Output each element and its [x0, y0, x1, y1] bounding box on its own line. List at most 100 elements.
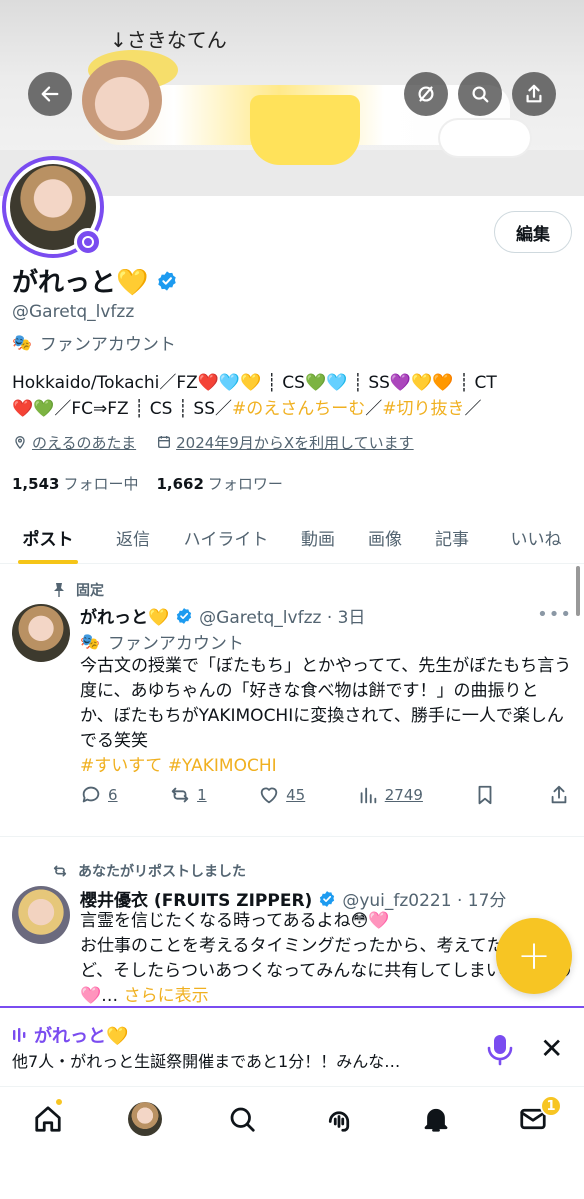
- no-retweet-icon: [418, 86, 434, 102]
- view-count: 2749: [384, 786, 423, 804]
- share-icon: [526, 84, 542, 103]
- followers-label: フォロワー: [207, 475, 283, 493]
- heart-icon: [260, 787, 278, 804]
- nav-communities[interactable]: [321, 1101, 357, 1137]
- tab-images[interactable]: 画像: [354, 510, 416, 564]
- account-type-text: ファンアカウント: [39, 335, 176, 355]
- space-title: がれっと💛: [34, 1026, 129, 1047]
- repost-context-text: あなたがリポストしました: [78, 864, 246, 880]
- following-label: フォロー中: [63, 475, 139, 493]
- views-button[interactable]: 2749: [357, 784, 423, 806]
- search-button[interactable]: [458, 72, 502, 116]
- followers-count: 1,662: [156, 475, 204, 493]
- home-notification-dot: [54, 1097, 64, 1107]
- follow-stats: 1,543 フォロー中 1,662 フォロワー: [12, 473, 283, 494]
- nav-notifications[interactable]: [418, 1101, 454, 1137]
- post-header: がれっと💛 @Garetq_lvfzz · 3日: [80, 603, 365, 628]
- bottom-navigation: 1: [0, 1086, 584, 1199]
- banner-boot: [440, 120, 530, 156]
- location-link[interactable]: のえるのあたま: [32, 434, 136, 452]
- bio-hashtag-1[interactable]: #のえさんちーむ: [232, 399, 365, 419]
- messages-badge: 1: [540, 1095, 562, 1117]
- joined-item: 2024年9月からXを利用しています: [156, 432, 414, 453]
- share-icon: [551, 785, 567, 804]
- communities-icon: [328, 1111, 350, 1132]
- joined-date-link[interactable]: 2024年9月からXを利用しています: [176, 434, 414, 452]
- space-live-badge: [74, 228, 102, 256]
- home-icon: [35, 1106, 61, 1132]
- followers-link[interactable]: 1,662 フォロワー: [156, 473, 282, 494]
- reply-icon: [82, 786, 100, 803]
- share-button[interactable]: [512, 72, 556, 116]
- bookmark-button[interactable]: [474, 784, 496, 806]
- post-author-name[interactable]: がれっと💛: [80, 603, 169, 628]
- compose-post-button[interactable]: +: [496, 918, 572, 994]
- back-arrow-icon: [41, 86, 59, 102]
- nav-profile[interactable]: [127, 1101, 163, 1137]
- tab-highlights[interactable]: ハイライト: [170, 510, 282, 564]
- repost-button[interactable]: 1: [169, 784, 207, 806]
- post-author-name[interactable]: 櫻井優衣 (FRUITS ZIPPER): [80, 886, 312, 911]
- share-post-button[interactable]: [548, 784, 570, 806]
- post-handle-time: @Garetq_lvfzz · 3日: [199, 608, 366, 628]
- repost-icon: [53, 865, 67, 877]
- post-divider: [0, 836, 584, 837]
- account-type-label: 🎭 ファンアカウント: [12, 330, 176, 355]
- tab-likes[interactable]: いいね: [488, 510, 584, 564]
- profile-bio: Hokkaido/Tokachi／FZ❤️🩵💛 ┊ CS💚🩵 ┊ SS💜💛🧡 ┊…: [12, 370, 578, 422]
- post-hashtags[interactable]: #すいすて #YAKIMOCHI: [80, 754, 572, 779]
- reply-count: 6: [108, 786, 118, 804]
- hide-reposts-button[interactable]: [404, 72, 448, 116]
- post-author-avatar[interactable]: [12, 604, 70, 662]
- theater-mask-icon: 🎭: [12, 333, 32, 352]
- tab-posts[interactable]: ポスト: [0, 510, 96, 564]
- repost-count: 1: [197, 786, 207, 804]
- post-text: 今古文の授業で「ぼたもち」とかやってて、先生がぼたもち言う度に、あゆちゃんの「好…: [80, 656, 572, 751]
- tab-replies[interactable]: 返信: [96, 510, 170, 564]
- space-title-row: がれっと💛: [12, 1022, 128, 1048]
- bio-line-2-text: ❤️💚／FC⇒FZ ┊ CS ┊ SS／: [12, 399, 232, 419]
- post-header: 櫻井優衣 (FRUITS ZIPPER) @yui_fz0221 · 17分: [80, 886, 506, 911]
- like-count: 45: [286, 786, 306, 804]
- post-more-icon[interactable]: •••: [537, 604, 572, 625]
- repost-icon: [171, 787, 189, 803]
- post-account-type: 🎭 ファンアカウント: [80, 629, 244, 654]
- profile-avatar-icon: [128, 1102, 162, 1136]
- search-icon: [472, 86, 489, 103]
- bookmark-icon: [479, 785, 492, 805]
- microphone-icon[interactable]: [486, 1034, 514, 1066]
- reply-button[interactable]: 6: [80, 784, 118, 806]
- post-author-avatar[interactable]: [12, 886, 70, 944]
- profile-handle: @Garetq_lvfzz: [12, 302, 135, 322]
- pin-icon: [54, 583, 64, 597]
- tab-videos[interactable]: 動画: [282, 510, 354, 564]
- nav-search[interactable]: [224, 1101, 260, 1137]
- post-text-line-1: 言霊を信じたくなる時ってあるよね😳🩷: [80, 911, 390, 931]
- space-mini-player[interactable]: がれっと💛 他7人・がれっと生誕祭開催まであと1分！！みんな… ✕: [0, 1006, 584, 1086]
- verified-icon[interactable]: [156, 270, 178, 292]
- edit-profile-button[interactable]: 編集: [494, 211, 572, 253]
- bio-hashtag-2[interactable]: #切り抜き: [382, 399, 464, 419]
- search-icon: [230, 1107, 255, 1132]
- post-actions: 6 1 45 2749: [80, 784, 570, 806]
- banner-caption: ↓さきなてん: [110, 28, 227, 52]
- following-link[interactable]: 1,543 フォロー中: [12, 473, 138, 494]
- scrollbar[interactable]: [576, 566, 580, 616]
- location-pin-icon: [15, 436, 25, 449]
- show-more-link[interactable]: さらに表示: [124, 986, 209, 1006]
- close-icon[interactable]: ✕: [540, 1032, 563, 1065]
- theater-mask-icon: 🎭: [80, 632, 100, 651]
- banner-head: [82, 60, 162, 140]
- verified-icon: [177, 607, 192, 624]
- profile-meta: のえるのあたま 2024年9月からXを利用しています: [12, 432, 414, 453]
- tab-articles[interactable]: 記事: [416, 510, 488, 564]
- like-button[interactable]: 45: [258, 784, 305, 806]
- bio-line-2: ❤️💚／FC⇒FZ ┊ CS ┊ SS／#のえさんちーむ／#切り抜き／: [12, 396, 578, 422]
- pinned-text: 固定: [76, 583, 104, 599]
- calendar-icon: [158, 436, 171, 448]
- following-count: 1,543: [12, 475, 60, 493]
- location-item: のえるのあたま: [12, 432, 136, 453]
- back-button[interactable]: [28, 72, 72, 116]
- notifications-icon: [424, 1108, 448, 1132]
- audio-wave-icon: [13, 1028, 26, 1042]
